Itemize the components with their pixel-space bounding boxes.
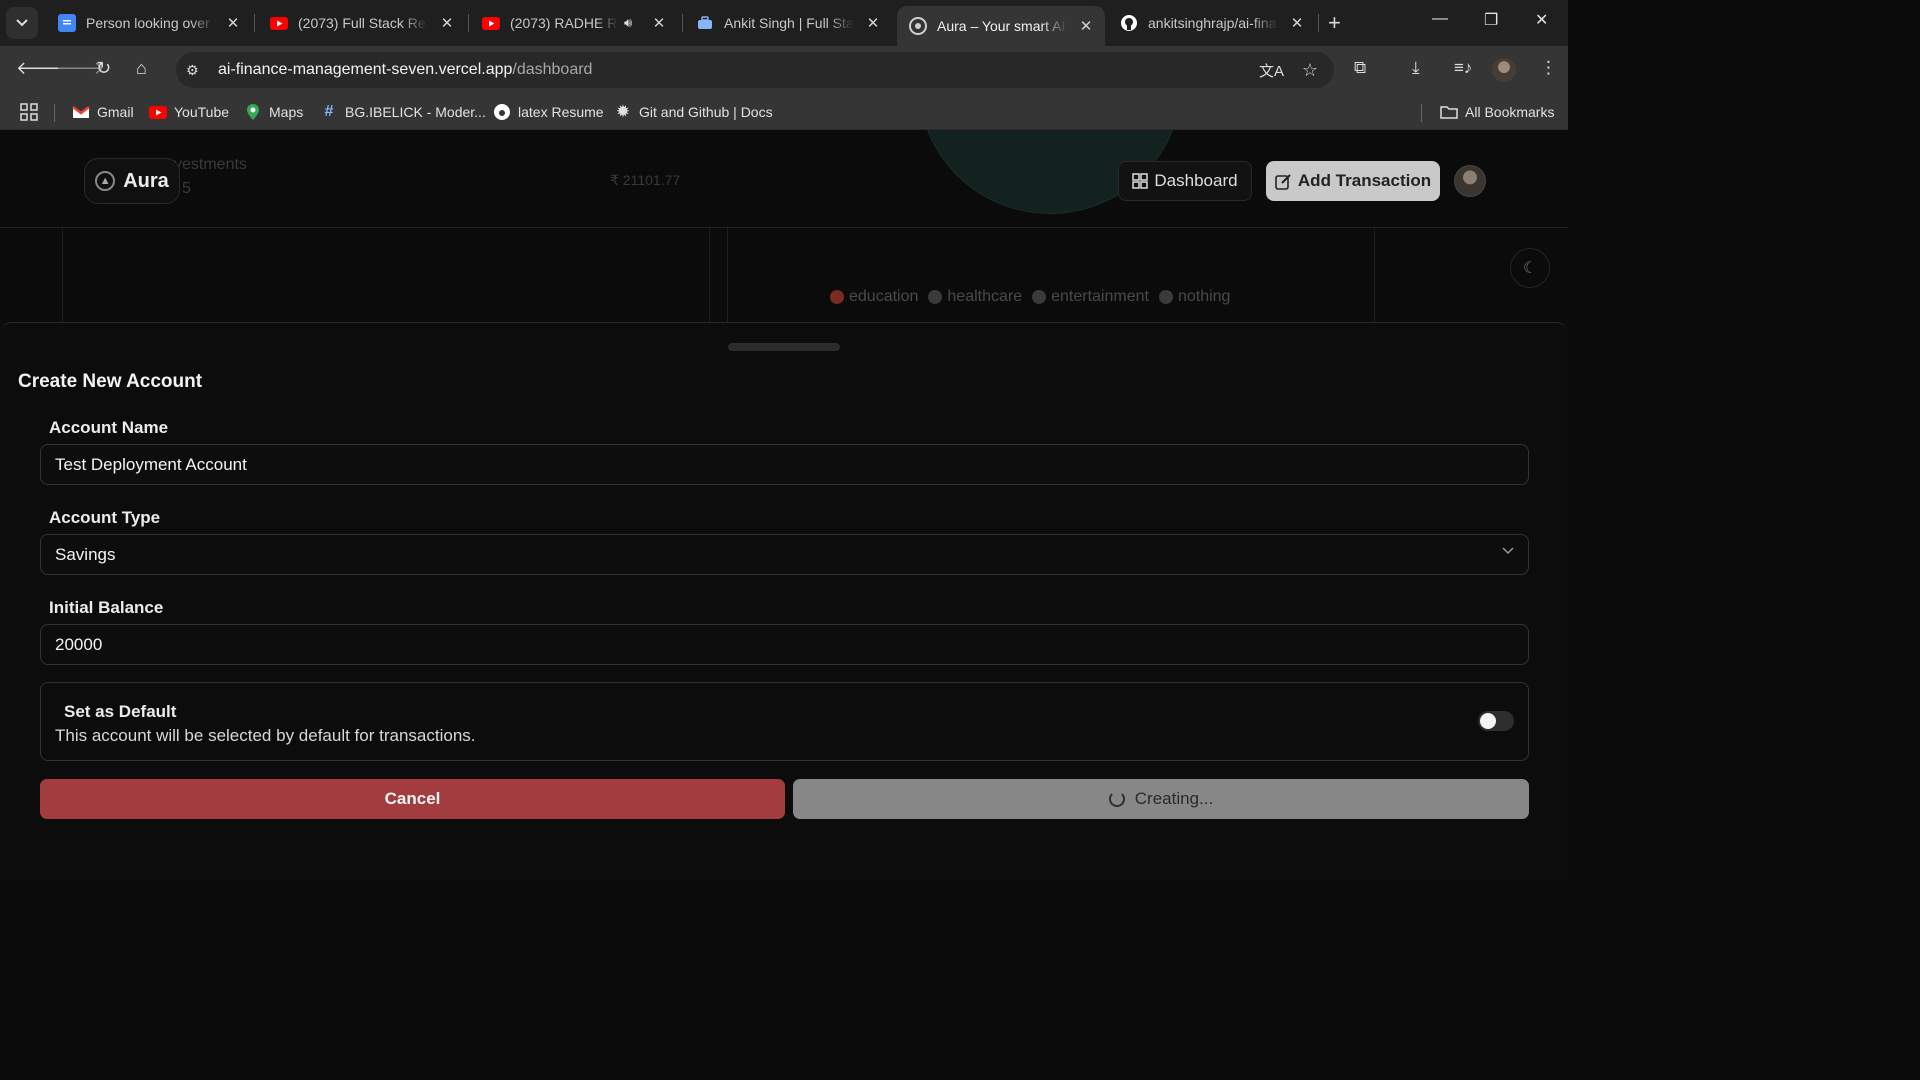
maps-icon: [244, 103, 262, 121]
initial-balance-input[interactable]: 20000: [40, 624, 1529, 665]
bookmarks-bar: Gmail YouTube Maps # BG.IBELICK - Moder..…: [0, 94, 1568, 130]
bookmark-gmail[interactable]: Gmail: [72, 103, 134, 121]
chevron-down-icon: [1502, 547, 1514, 555]
youtube-icon: [149, 103, 167, 121]
brand-name: Aura: [123, 169, 169, 192]
tab-title: ankitsinghrajp/ai-finan: [1148, 15, 1278, 31]
initial-balance-label: Initial Balance: [49, 598, 164, 617]
aura-logo-icon: ▲: [95, 171, 116, 191]
loading-spinner-icon: [1108, 791, 1125, 807]
extensions-icon[interactable]: ⧉: [1354, 58, 1366, 78]
tab-title: Ankit Singh | Full Stack: [724, 15, 854, 31]
legend-item: education: [830, 288, 918, 306]
close-icon[interactable]: ✕: [438, 14, 456, 32]
folder-icon: [1440, 103, 1458, 121]
drawer-handle[interactable]: [728, 343, 840, 351]
set-default-card: Set as Default This account will be sele…: [40, 682, 1529, 761]
account-name-input[interactable]: Test Deployment Account: [40, 444, 1529, 485]
aura-icon: [909, 17, 927, 35]
bookmark-maps[interactable]: Maps: [244, 103, 303, 121]
docs-icon: [58, 14, 76, 32]
tab-title: Person looking over fi: [86, 15, 216, 31]
youtube-icon: [270, 14, 288, 32]
close-icon[interactable]: ✕: [864, 14, 882, 32]
brand-logo[interactable]: ▲ Aura: [84, 158, 180, 204]
translate-icon[interactable]: 文A: [1259, 60, 1284, 81]
url-path: /dashboard: [512, 61, 593, 78]
account-type-label: Account Type: [49, 508, 161, 527]
bookmark-bg-ibelick[interactable]: # BG.IBELICK - Moder...: [320, 103, 486, 121]
close-icon[interactable]: ✕: [224, 14, 242, 32]
legend-item: entertainment: [1032, 288, 1149, 306]
close-icon[interactable]: ✕: [650, 14, 668, 32]
chevron-down-icon: [16, 19, 28, 27]
bookmark-git-github[interactable]: ✹ Git and Github | Docs: [614, 102, 773, 121]
grid-icon: [1132, 173, 1149, 189]
create-account-drawer: Create New Account Account Name Test Dep…: [0, 322, 1568, 882]
dashboard-button[interactable]: Dashboard: [1118, 161, 1252, 201]
github-icon: [1120, 14, 1138, 32]
account-type-select[interactable]: Savings: [40, 534, 1529, 575]
address-bar[interactable]: ⚙︎ ai-finance-management-seven.vercel.ap…: [176, 52, 1334, 88]
briefcase-icon: [696, 14, 714, 32]
set-default-description: This account will be selected by default…: [55, 726, 476, 745]
youtube-icon: [482, 14, 500, 32]
tab-github-repo[interactable]: ankitsinghrajp/ai-finan ✕: [1108, 6, 1316, 40]
legend-item: nothing: [1158, 288, 1230, 306]
toggle-knob: [1480, 713, 1496, 729]
url-host: ai-finance-management-seven.vercel.app: [218, 61, 513, 78]
background-count-text: 5: [182, 180, 191, 197]
apps-grid-icon[interactable]: [20, 103, 38, 121]
tab-title: Aura – Your smart AI fi: [937, 18, 1067, 34]
cancel-button[interactable]: Cancel: [40, 779, 785, 819]
gear-icon: ✹: [615, 102, 631, 121]
tab-ankit-singh[interactable]: Ankit Singh | Full Stack ✕: [684, 6, 892, 40]
browser-tab-strip: Person looking over fi ✕ (2073) Full Sta…: [0, 0, 1568, 46]
menu-kebab-icon[interactable]: ⋮: [1540, 58, 1557, 78]
tab-aura-active[interactable]: Aura – Your smart AI fi ✕: [897, 6, 1105, 46]
site-info-icon[interactable]: ⚙︎: [186, 62, 206, 79]
user-avatar[interactable]: [1454, 165, 1486, 197]
close-icon[interactable]: ✕: [1077, 17, 1095, 35]
tab-search-button[interactable]: [6, 7, 38, 39]
tab-title: (2073) RADHE RADHE: [510, 15, 618, 31]
legend-item: healthcare: [928, 288, 1022, 306]
background-investments-text: vestments: [174, 156, 247, 173]
theme-toggle-moon-icon[interactable]: ☾: [1510, 248, 1550, 288]
gmail-icon: [72, 103, 90, 121]
browser-toolbar: 🡐 🡒 ↻ ⌂ ⚙︎ ai-finance-management-seven.v…: [0, 46, 1568, 94]
tab-title: (2073) Full Stack React: [298, 15, 428, 31]
app-header: vestments 5 ₹ 21101.77 ▲ Aura Dashboard …: [0, 130, 1568, 228]
bookmark-youtube[interactable]: YouTube: [149, 103, 229, 121]
set-default-toggle[interactable]: [1478, 711, 1514, 731]
account-name-label: Account Name: [49, 418, 169, 437]
minimize-icon[interactable]: —: [1432, 10, 1448, 28]
drawer-title: Create New Account: [18, 371, 203, 392]
all-bookmarks[interactable]: All Bookmarks: [1440, 103, 1554, 121]
add-transaction-button[interactable]: Add Transaction: [1266, 161, 1440, 201]
restore-icon[interactable]: ❐: [1484, 10, 1498, 30]
tab-person-looking[interactable]: Person looking over fi ✕: [46, 6, 252, 40]
page: vestments 5 ₹ 21101.77 ▲ Aura Dashboard …: [0, 130, 1568, 882]
new-tab-icon[interactable]: +: [1328, 10, 1341, 36]
create-account-button[interactable]: Creating...: [793, 779, 1529, 819]
profile-avatar[interactable]: [1492, 58, 1516, 82]
close-icon[interactable]: ✕: [1288, 14, 1306, 32]
edit-icon: [1275, 173, 1291, 190]
set-default-title: Set as Default: [64, 702, 177, 721]
overleaf-icon: [493, 103, 511, 121]
media-control-icon[interactable]: ≡♪: [1454, 58, 1472, 78]
download-icon[interactable]: ⤓: [1412, 58, 1420, 78]
background-amount-text: ₹ 21101.77: [610, 172, 681, 188]
tab-full-stack-react[interactable]: (2073) Full Stack React ✕: [258, 6, 466, 40]
home-icon[interactable]: ⌂: [136, 58, 147, 79]
bookmark-latex-resume[interactable]: latex Resume: [493, 103, 604, 121]
chart-legend: education healthcare entertainment nothi…: [830, 288, 1230, 306]
reload-icon[interactable]: ↻: [96, 58, 111, 79]
tab-radhe-radhe[interactable]: (2073) RADHE RADHE 🔊︎ ✕: [470, 6, 678, 40]
star-icon[interactable]: ☆: [1302, 60, 1318, 81]
hash-icon: #: [324, 103, 334, 120]
speaker-icon[interactable]: 🔊︎: [624, 15, 632, 31]
close-window-icon[interactable]: ✕: [1535, 10, 1548, 30]
